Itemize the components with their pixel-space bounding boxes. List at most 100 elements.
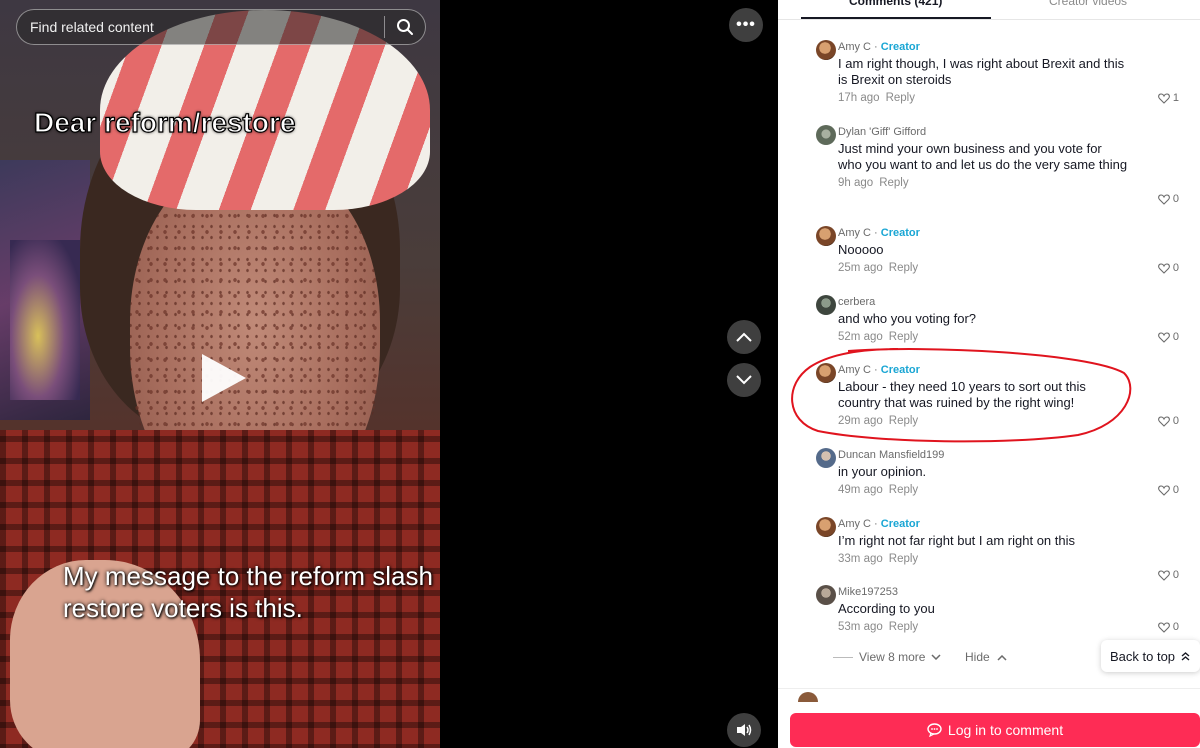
video-player[interactable]: Find related content Dear reform/restore… [0, 0, 440, 748]
avatar[interactable] [816, 585, 836, 605]
reply-button[interactable]: Reply [889, 331, 918, 343]
more-icon[interactable]: ••• [729, 8, 763, 42]
like-button[interactable]: 0 [1157, 484, 1179, 496]
avatar[interactable] [816, 226, 836, 246]
avatar[interactable] [816, 125, 836, 145]
hide-button[interactable]: Hide [965, 650, 1007, 664]
comment-timestamp: 33m ago [838, 553, 883, 565]
comment-author[interactable]: Amy C · Creator [838, 226, 1178, 240]
tab-creator-videos[interactable]: Creator videos [1049, 0, 1127, 8]
creator-badge: Creator [880, 518, 920, 530]
search-icon[interactable] [385, 9, 425, 45]
comment-author[interactable]: Amy C · Creator [838, 363, 1178, 377]
reply-button[interactable]: Reply [889, 262, 918, 274]
author-name[interactable]: Dylan 'Giff' Gifford [838, 126, 926, 138]
comment-timestamp: 53m ago [838, 621, 883, 633]
comment-text: According to you [838, 601, 935, 616]
reply-button[interactable]: Reply [889, 484, 918, 496]
back-to-top-label: Back to top [1110, 648, 1176, 664]
author-name[interactable]: Amy C [838, 364, 871, 376]
login-to-comment-button[interactable]: Log in to comment [790, 713, 1200, 747]
chevron-up-icon[interactable] [727, 320, 761, 354]
like-button[interactable]: 0 [1157, 569, 1179, 581]
comment-author[interactable]: Mike197253 [838, 585, 1178, 599]
comment-item: Amy C · Creator I am right though, I was … [816, 40, 1179, 106]
wall-painting [10, 240, 80, 400]
heart-icon [1157, 484, 1170, 496]
comment-item: Duncan Mansfield199 in your opinion. 49m a… [816, 448, 1179, 498]
heart-icon [1157, 193, 1170, 205]
view-more-label: View 8 more [859, 650, 926, 664]
comment-timestamp: 17h ago [838, 92, 880, 104]
view-more-button[interactable]: View 8 more [833, 650, 942, 664]
hide-label: Hide [965, 650, 990, 664]
like-button[interactable]: 0 [1157, 262, 1179, 274]
heart-icon [1157, 262, 1170, 274]
avatar[interactable] [816, 40, 836, 60]
reply-button[interactable]: Reply [889, 553, 918, 565]
like-button[interactable]: 0 [1157, 621, 1179, 633]
avatar[interactable] [816, 448, 836, 468]
avatar[interactable] [816, 517, 836, 537]
comment-author[interactable]: cerbera [838, 295, 1178, 309]
chevron-up-icon [997, 654, 1007, 661]
comment-meta: 49m ago Reply [838, 484, 1178, 498]
reply-button[interactable]: Reply [886, 92, 915, 104]
like-button[interactable]: 0 [1157, 415, 1179, 427]
comment-author[interactable]: Dylan 'Giff' Gifford [838, 125, 1178, 139]
author-name[interactable]: Amy C [838, 41, 871, 53]
like-count: 0 [1172, 331, 1179, 343]
search-bar[interactable]: Find related content [16, 9, 426, 45]
volume-icon[interactable] [727, 713, 761, 747]
comment-text: I am right though, I was right about Bre… [838, 56, 1125, 87]
creator-badge: Creator [880, 364, 920, 376]
comment-timestamp: 25m ago [838, 262, 883, 274]
tab-comments[interactable]: Comments (421) [849, 0, 942, 8]
search-input[interactable]: Find related content [17, 19, 384, 35]
comment-item: Mike197253 According to you 53m ago Reply 0 [816, 585, 1179, 635]
play-icon[interactable] [202, 354, 246, 402]
like-button[interactable]: 1 [1157, 92, 1179, 104]
like-count: 1 [1172, 92, 1179, 104]
comment-text: Just mind your own business and you vote… [838, 141, 1128, 172]
comment-author[interactable]: Amy C · Creator [838, 517, 1178, 531]
author-name[interactable]: Mike197253 [838, 586, 898, 598]
comment-item: Amy C · Creator Labour - they need 10 yea… [816, 363, 1179, 429]
heart-icon [1157, 621, 1170, 633]
separator-dot: · [871, 41, 881, 53]
author-name[interactable]: Duncan Mansfield199 [838, 449, 944, 461]
separator-dot: · [871, 364, 881, 376]
like-count: 0 [1172, 193, 1179, 205]
reply-button[interactable]: Reply [889, 415, 918, 427]
comment-timestamp: 29m ago [838, 415, 883, 427]
comment-text: I’m right not far right but I am right o… [838, 533, 1075, 548]
comment-timestamp: 52m ago [838, 331, 883, 343]
comment-author[interactable]: Duncan Mansfield199 [838, 448, 1178, 462]
comment-meta: 29m ago Reply [838, 415, 1178, 429]
comment-timestamp: 9h ago [838, 177, 874, 189]
back-to-top-button[interactable]: Back to top [1101, 640, 1200, 672]
video-caption-top: Dear reform/restore [33, 106, 296, 138]
tab-underline [801, 17, 991, 19]
chevron-down-icon[interactable] [727, 363, 761, 397]
avatar[interactable] [816, 363, 836, 383]
like-button[interactable]: 0 [1157, 193, 1179, 205]
heart-icon [1157, 415, 1170, 427]
author-name[interactable]: cerbera [838, 296, 875, 308]
author-name[interactable]: Amy C [838, 518, 871, 530]
comment-meta: 33m ago Reply [838, 553, 1178, 567]
comment-author[interactable]: Amy C · Creator [838, 40, 1178, 54]
comment-meta: 52m ago Reply [838, 331, 1178, 345]
comment-text: in your opinion. [838, 464, 927, 479]
avatar[interactable] [816, 295, 836, 315]
comment-bubble-icon [927, 723, 942, 737]
comment-item: Dylan 'Giff' Gifford Just mind your own b… [816, 125, 1179, 205]
login-footer: Log in to comment [778, 688, 1200, 748]
video-caption-bottom: My message to the reform slash restore v… [63, 561, 433, 623]
view-more-line [833, 656, 853, 658]
author-name[interactable]: Amy C [838, 227, 871, 239]
comment-meta: 25m ago Reply [838, 262, 1178, 276]
reply-button[interactable]: Reply [879, 177, 908, 189]
like-button[interactable]: 0 [1157, 331, 1179, 343]
reply-button[interactable]: Reply [889, 621, 918, 633]
